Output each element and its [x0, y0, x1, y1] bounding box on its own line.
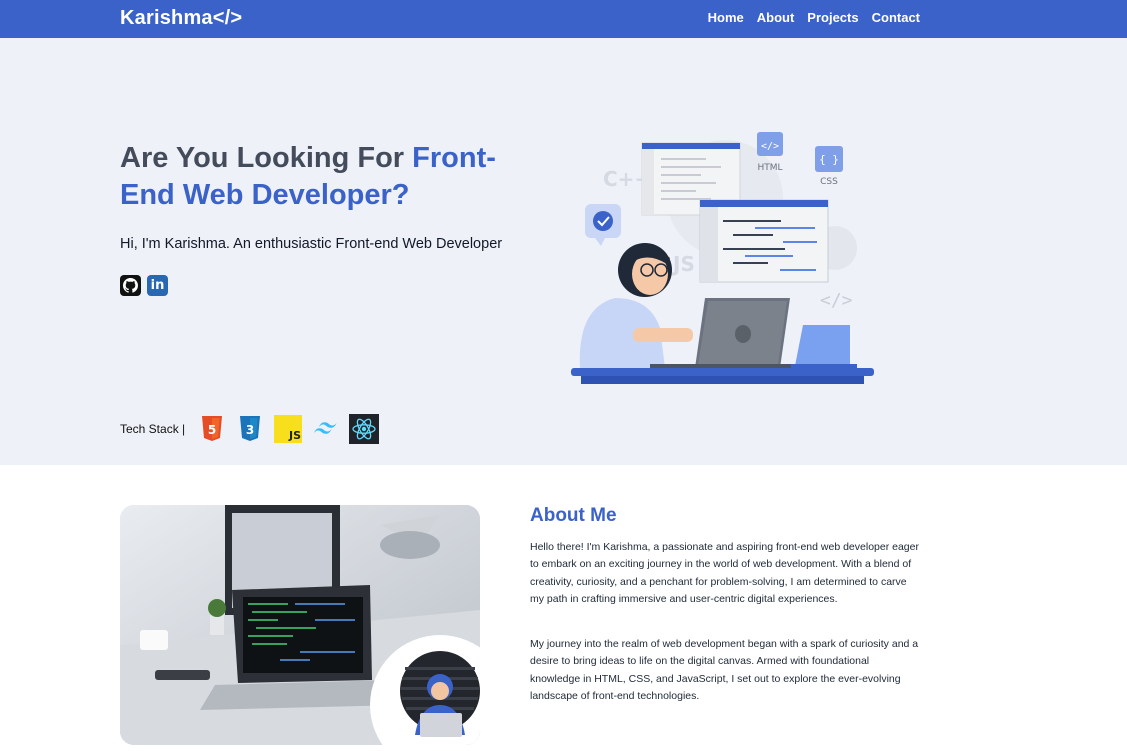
developer-illustration: C++ JS </> </> HTML { } CSS — [555, 88, 885, 403]
social-links: in — [120, 275, 168, 296]
github-icon[interactable] — [120, 275, 141, 296]
hero-title: Are You Looking For Front-End Web Develo… — [120, 140, 520, 214]
javascript-icon: JS — [273, 414, 303, 444]
html5-icon: 5 — [197, 414, 227, 444]
about-title: About Me — [530, 505, 617, 526]
hero-subtitle: Hi, I'm Karishma. An enthusiastic Front-… — [120, 236, 503, 252]
nav-links: Home About Projects Contact — [708, 10, 920, 25]
svg-text:{ }: { } — [819, 153, 839, 166]
tailwind-icon — [311, 414, 341, 444]
about-paragraph-1: Hello there! I'm Karishma, a passionate … — [530, 541, 919, 605]
nav-link-home[interactable]: Home — [708, 10, 744, 25]
illustration-label-css: CSS — [820, 177, 838, 187]
tech-stack-label: Tech Stack | — [120, 422, 186, 436]
about-paragraph-2: My journey into the realm of web develop… — [530, 638, 919, 702]
svg-text:</>: </> — [820, 290, 853, 311]
nav-link-about[interactable]: About — [757, 10, 795, 25]
svg-text:</>: </> — [761, 141, 779, 152]
hero-title-plain: Are You Looking For — [120, 142, 413, 174]
hero-section: Are You Looking For Front-End Web Develo… — [0, 38, 1127, 465]
brand-logo[interactable]: Karishma</> — [120, 7, 242, 30]
illustration-label-html: HTML — [757, 163, 782, 173]
react-icon — [349, 414, 380, 444]
css3-icon: 3 — [235, 414, 265, 444]
tech-stack: Tech Stack | 5 3 JS — [120, 414, 387, 444]
about-photo — [120, 505, 480, 745]
linkedin-icon[interactable]: in — [147, 275, 168, 296]
svg-text:5: 5 — [208, 423, 216, 437]
nav-link-projects[interactable]: Projects — [807, 10, 858, 25]
illustration-label-js: JS — [671, 252, 695, 276]
svg-text:JS: JS — [288, 429, 301, 442]
top-navbar: Karishma</> Home About Projects Contact — [0, 0, 1127, 38]
github-glyph — [123, 278, 138, 293]
svg-text:3: 3 — [246, 423, 254, 437]
nav-link-contact[interactable]: Contact — [872, 10, 920, 25]
